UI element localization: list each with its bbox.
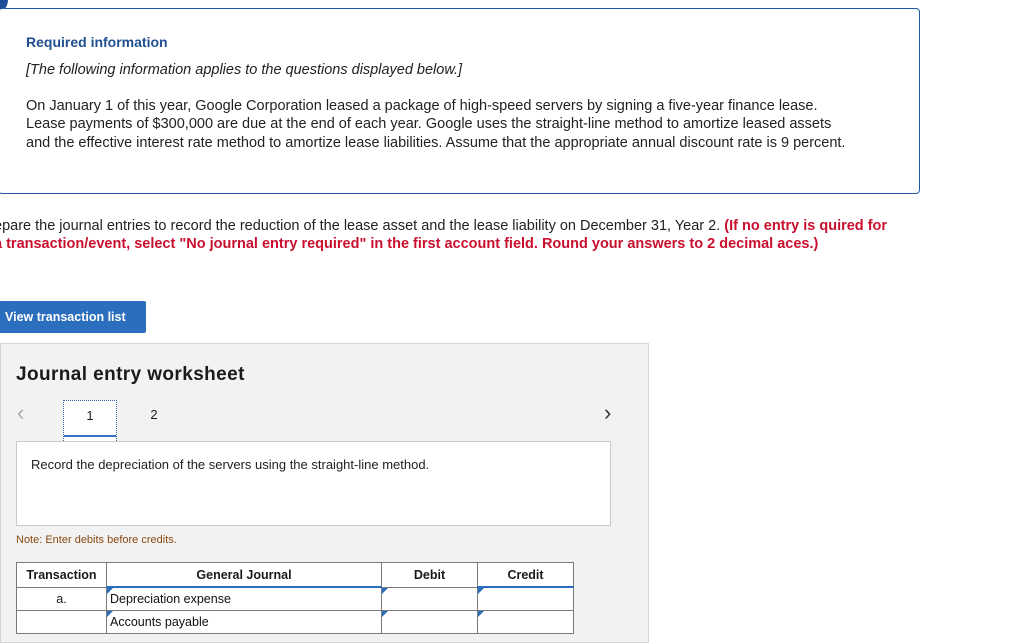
info-body: On January 1 of this year, Google Corpor…	[26, 98, 846, 151]
instructions: epare the journal entries to record the …	[0, 217, 899, 254]
input-marker-icon	[382, 611, 388, 617]
tab-2[interactable]: 2	[141, 400, 167, 430]
info-title: Required information	[26, 34, 168, 50]
tab-1-label: 1	[86, 408, 94, 423]
worksheet-title: Journal entry worksheet	[16, 364, 245, 385]
column-header-credit: Credit	[477, 562, 574, 588]
tab-1-active-indicator	[64, 435, 116, 437]
column-header-debit: Debit	[381, 562, 478, 588]
account-select[interactable]: Accounts payable	[106, 610, 382, 634]
tab-1[interactable]: 1	[63, 400, 117, 443]
input-marker-icon	[478, 588, 484, 594]
column-header-general-journal: General Journal	[106, 562, 382, 588]
transaction-cell	[16, 610, 107, 634]
account-value: Depreciation expense	[110, 592, 231, 606]
transaction-cell: a.	[16, 586, 107, 611]
input-marker-icon	[382, 587, 388, 594]
column-header-transaction: Transaction	[16, 562, 107, 588]
input-marker-icon	[478, 611, 484, 617]
journal-entry-worksheet: Journal entry worksheet ‹ 1 2 › Record t…	[0, 343, 649, 643]
debit-input[interactable]	[381, 610, 478, 634]
instructions-text: epare the journal entries to record the …	[0, 218, 725, 234]
debit-input[interactable]	[381, 586, 478, 611]
credit-input[interactable]	[477, 610, 574, 634]
view-transaction-list-button[interactable]: View transaction list	[0, 301, 146, 333]
chevron-left-icon[interactable]: ‹	[17, 402, 37, 426]
credit-input[interactable]	[477, 586, 574, 611]
prompt-box: Record the depreciation of the servers u…	[16, 441, 611, 526]
journal-table: Transaction General Journal Debit Credit…	[16, 562, 574, 634]
dropdown-marker-icon	[107, 588, 113, 594]
table-row: Accounts payable	[16, 610, 574, 634]
account-select[interactable]: Depreciation expense	[106, 586, 382, 611]
table-header-row: Transaction General Journal Debit Credit	[16, 562, 574, 588]
note-text: Note: Enter debits before credits.	[16, 534, 177, 546]
dropdown-marker-icon	[107, 611, 113, 617]
account-value: Accounts payable	[110, 615, 209, 629]
chevron-right-icon[interactable]: ›	[604, 402, 624, 426]
info-subtitle: [The following information applies to th…	[26, 62, 463, 78]
prompt-text: Record the depreciation of the servers u…	[31, 457, 430, 472]
table-row: a. Depreciation expense	[16, 586, 574, 611]
